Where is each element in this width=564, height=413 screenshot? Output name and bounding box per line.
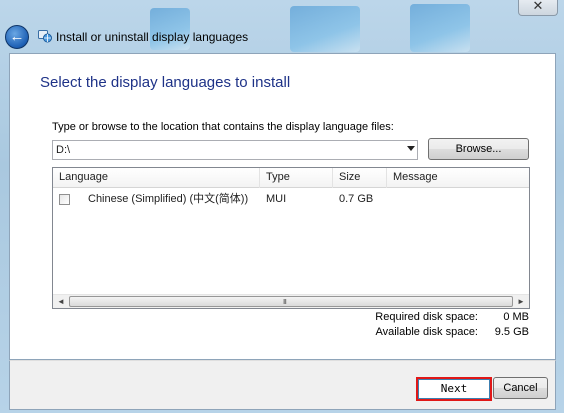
available-space-label: Available disk space:	[375, 326, 478, 338]
back-button[interactable]: ←	[5, 25, 29, 49]
grip-icon: III	[283, 299, 287, 306]
window-title: Install or uninstall display languages	[56, 30, 249, 44]
location-combobox[interactable]: D:\	[52, 140, 418, 160]
language-globe-icon	[38, 30, 52, 43]
language-checkbox[interactable]	[59, 194, 70, 205]
column-header-size[interactable]: Size	[333, 168, 387, 188]
scroll-left-icon[interactable]: ◄	[54, 295, 68, 308]
column-header-type[interactable]: Type	[260, 168, 333, 188]
list-header: Language Type Size Message	[53, 168, 529, 188]
page-title: Select the display languages to install	[40, 74, 291, 91]
chevron-down-icon[interactable]	[407, 146, 415, 151]
scroll-right-icon[interactable]: ►	[514, 295, 528, 308]
language-name: Chinese (Simplified) (中文(简体))	[88, 193, 249, 205]
location-instruction: Type or browse to the location that cont…	[52, 121, 394, 133]
column-header-message[interactable]: Message	[387, 168, 529, 188]
content-panel: Select the display languages to install …	[9, 53, 556, 360]
language-size: 0.7 GB	[339, 193, 374, 205]
language-type: MUI	[266, 193, 287, 205]
next-button[interactable]: Next	[416, 377, 492, 401]
list-item[interactable]: Chinese (Simplified) (中文(简体)) MUI 0.7 GB	[53, 189, 529, 209]
cancel-button[interactable]: Cancel	[493, 377, 548, 399]
close-button[interactable]: ✕	[518, 0, 558, 16]
column-header-language[interactable]: Language	[53, 168, 260, 188]
required-space-value: 0 MB	[503, 311, 529, 323]
title-bar: ✕ ← Install or uninstall display languag…	[0, 0, 564, 58]
location-value: D:\	[56, 144, 71, 156]
browse-button[interactable]: Browse...	[428, 138, 529, 160]
scroll-thumb[interactable]: III	[69, 296, 513, 307]
required-space-label: Required disk space:	[375, 311, 478, 323]
available-space-value: 9.5 GB	[494, 326, 529, 338]
language-list[interactable]: Language Type Size Message Chinese (Simp…	[52, 167, 530, 309]
horizontal-scrollbar[interactable]: ◄ III ►	[53, 294, 529, 308]
